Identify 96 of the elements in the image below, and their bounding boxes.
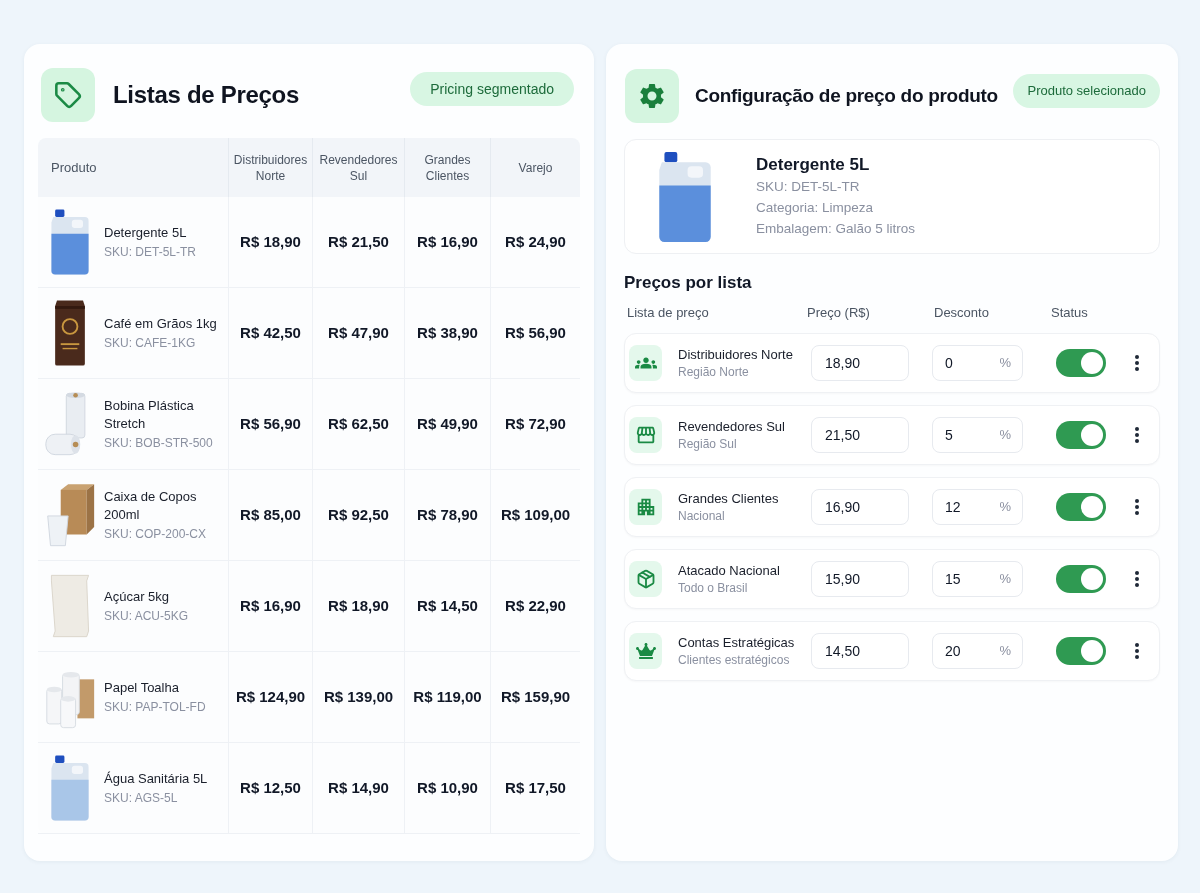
product-name: Detergente 5L [756,154,871,176]
settings-icon [637,81,667,111]
column-header: Revendedores Sul [318,151,399,184]
selected-product-badge: Produto selecionado [1013,74,1160,108]
product-detail: SKU: DET-5L-TR [756,178,861,196]
product-sku: SKU: ACU-5KG [104,609,189,624]
kebab-menu-icon [1135,499,1139,515]
kebab-menu-icon [1135,643,1139,659]
status-toggle[interactable] [1056,421,1106,449]
price-value: R$ 38,90 [417,322,478,343]
price-value: R$ 18,90 [328,595,389,616]
storefront-icon [634,424,657,446]
price-value: R$ 42,50 [240,322,301,343]
list-name: Contas Estratégicas [678,633,796,652]
price-value: R$ 62,50 [328,413,389,434]
tag-icon [54,81,82,109]
product-name: Café em Grãos 1kg [104,315,217,333]
price-value: R$ 16,90 [417,231,478,252]
product-sku: SKU: AGS-5L [104,791,179,806]
price-value: R$ 119,00 [413,686,482,707]
percent-sign: % [999,426,1011,444]
price-value: R$ 92,50 [328,504,389,525]
price-value: R$ 56,90 [240,413,301,434]
price-value: R$ 109,00 [500,504,571,525]
price-value: R$ 47,90 [328,322,389,343]
product-sku: SKU: PAP-TOL-FD [104,700,206,715]
status-toggle[interactable] [1056,493,1106,521]
box-and-cup-drawing [44,482,96,548]
product-name: Água Sanitária 5L [104,770,208,788]
list-region: Região Norte [678,363,750,381]
price-value: R$ 21,50 [328,231,389,252]
list-name: Distribuidores Norte [678,345,794,364]
price-value: R$ 139,00 [323,686,394,707]
list-name: Atacado Nacional [678,561,781,580]
price-value: R$ 16,90 [240,595,301,616]
list-region: Todo o Brasil [678,579,749,597]
panel-title: Configuração de preço do produto [695,84,998,108]
product-sku: SKU: CAFE-1KG [104,336,197,351]
column-header: Varejo [518,159,553,176]
price-input[interactable]: 16,90 [811,489,909,525]
price-input[interactable]: 14,50 [811,633,909,669]
kebab-menu-icon [1135,571,1139,587]
price-input[interactable]: 18,90 [811,345,909,381]
product-sku: SKU: BOB-STR-500 [104,436,214,451]
product-detail: Embalagem: Galão 5 litros [756,220,916,238]
product-sku: SKU: DET-5L-TR [104,245,196,260]
price-value: R$ 24,90 [505,231,566,252]
price-value: R$ 159,90 [500,686,571,707]
percent-sign: % [999,642,1011,660]
product-name: Açúcar 5kg [104,588,171,606]
price-value: R$ 12,50 [240,777,301,798]
kebab-menu-icon [1135,355,1139,371]
product-detail: Categoria: Limpeza [756,199,875,217]
percent-sign: % [999,498,1011,516]
price-value: R$ 56,90 [505,322,566,343]
list-region: Região Sul [678,435,738,453]
status-toggle[interactable] [1056,565,1106,593]
crown-icon [635,641,656,661]
price-value: R$ 49,90 [417,413,478,434]
column-header: Distribuidores Norte [232,151,309,184]
status-toggle[interactable] [1056,637,1106,665]
product-sku: SKU: COP-200-CX [104,527,208,542]
price-input[interactable]: 15,90 [811,561,909,597]
percent-sign: % [999,354,1011,372]
list-region: Nacional [678,507,726,525]
column-header: Produto [51,158,97,177]
column-header: Status [1051,305,1088,320]
package-icon [635,569,656,589]
price-value: R$ 78,90 [417,504,478,525]
list-name: Grandes Clientes [678,489,780,508]
product-name: Detergente 5L [104,224,188,242]
pricing-badge: Pricing segmentado [410,72,574,106]
column-header: Preço (R$) [807,305,870,320]
column-header: Lista de preço [627,305,709,320]
product-name: Caixa de Copos 200ml [104,488,198,524]
price-input[interactable]: 21,50 [811,417,909,453]
price-value: R$ 14,90 [328,777,389,798]
kebab-menu-icon [1135,427,1139,443]
list-name: Revendedores Sul [678,417,786,436]
price-value: R$ 85,00 [240,504,301,525]
status-toggle[interactable] [1056,349,1106,377]
price-value: R$ 18,90 [240,231,301,252]
price-value: R$ 17,50 [505,777,566,798]
list-region: Clientes estratégicos [678,651,791,669]
price-value: R$ 14,50 [417,595,478,616]
price-value: R$ 72,90 [505,413,566,434]
section-title: Preços por lista [624,272,753,294]
price-value: R$ 10,90 [417,777,478,798]
column-header: Desconto [934,305,989,320]
panel-title: Listas de Preços [113,80,299,110]
price-value: R$ 22,90 [505,595,566,616]
column-header: Grandes Clientes [423,151,472,184]
product-name: Bobina Plástica Stretch [104,397,195,433]
product-name: Papel Toalha [104,679,180,697]
percent-sign: % [999,570,1011,588]
price-value: R$ 124,90 [235,686,306,707]
